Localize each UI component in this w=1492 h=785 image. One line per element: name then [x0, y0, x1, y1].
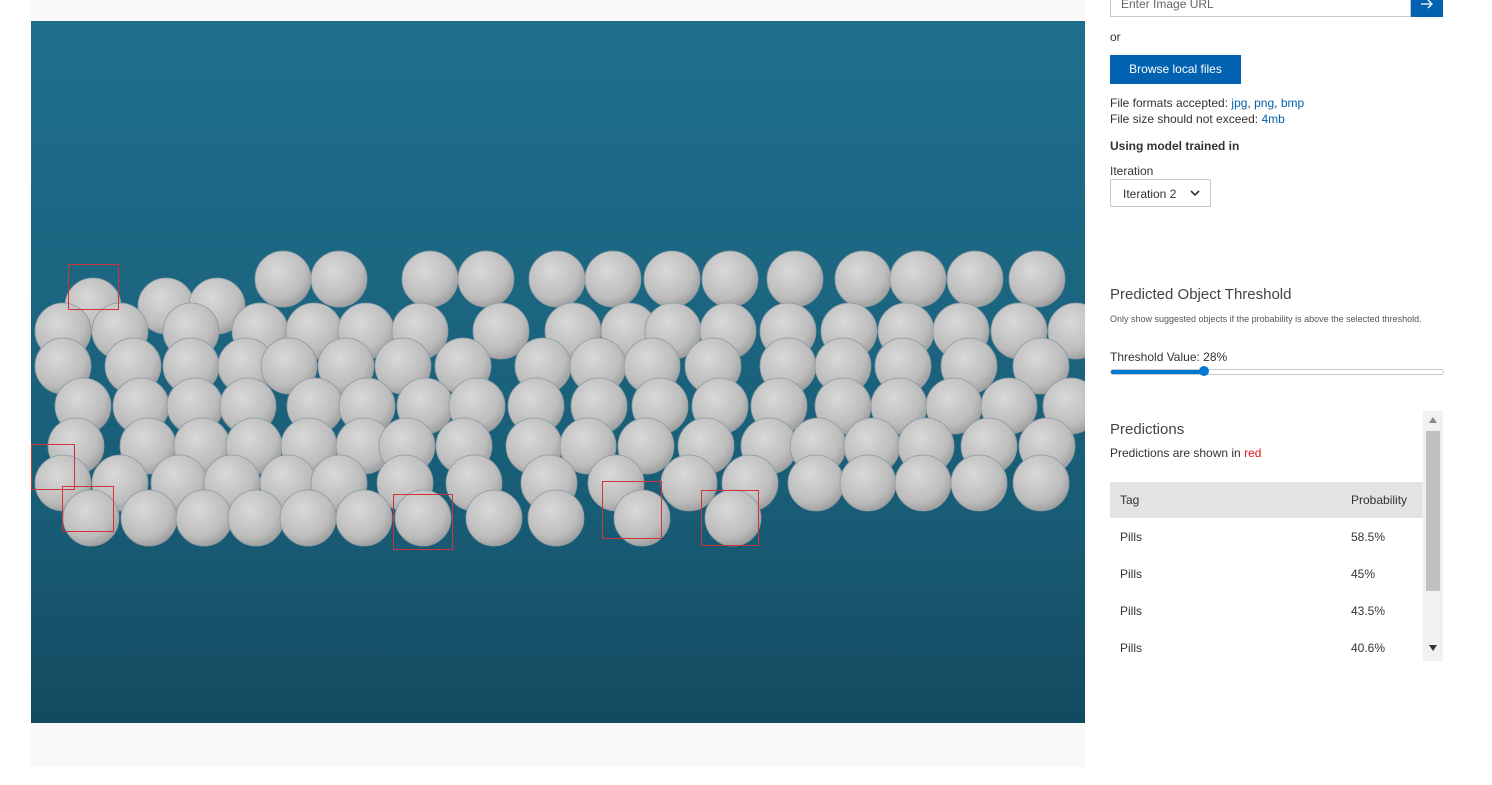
column-header-probability: Probability	[1351, 493, 1408, 507]
prediction-box	[62, 486, 114, 532]
prediction-tag: Pills	[1120, 529, 1143, 544]
pill	[527, 489, 585, 547]
column-header-tag: Tag	[1120, 493, 1140, 507]
threshold-value-label: Threshold Value: 28%	[1110, 350, 1228, 364]
file-formats-label: File formats accepted:	[1110, 96, 1229, 110]
table-row[interactable]: Pills 45%	[1110, 555, 1423, 592]
pill	[889, 250, 947, 308]
pill	[839, 454, 897, 512]
scroll-up-icon[interactable]	[1429, 417, 1437, 423]
pill	[279, 489, 337, 547]
threshold-slider[interactable]	[1110, 366, 1444, 377]
pill	[701, 250, 759, 308]
prediction-tag: Pills	[1120, 640, 1143, 655]
file-size-value: 4mb	[1261, 112, 1285, 126]
iteration-select[interactable]: Iteration 2	[1110, 179, 1211, 207]
slider-thumb[interactable]	[1198, 366, 1209, 376]
predictions-subtitle-text: Predictions are shown in	[1110, 446, 1241, 460]
threshold-description: Only show suggested objects if the proba…	[1110, 314, 1422, 324]
predictions-table: Tag Probability Pills 58.5% Pills 45% Pi…	[1110, 482, 1423, 661]
pill	[457, 250, 515, 308]
pill	[950, 454, 1008, 512]
pill	[254, 250, 312, 308]
submit-url-button[interactable]	[1411, 0, 1443, 17]
pill	[120, 489, 178, 547]
format-jpg: jpg	[1231, 96, 1248, 110]
iteration-label: Iteration	[1110, 164, 1154, 178]
file-size-text: File size should not exceed: 4mb	[1110, 112, 1285, 126]
table-row[interactable]: Pills 58.5%	[1110, 518, 1423, 555]
model-label: Using model trained in	[1110, 139, 1240, 153]
pill	[766, 250, 824, 308]
uploaded-image	[31, 21, 1085, 723]
pill	[1012, 454, 1070, 512]
pill	[465, 489, 523, 547]
pill	[946, 250, 1004, 308]
predictions-subtitle: Predictions are shown in red	[1110, 446, 1261, 460]
format-bmp: bmp	[1280, 96, 1305, 110]
prediction-probability: 43.5%	[1351, 603, 1386, 618]
predictions-panel: Predictions Predictions are shown in red…	[1110, 411, 1444, 661]
prediction-tag: Pills	[1120, 566, 1143, 581]
pill	[175, 489, 233, 547]
pill	[335, 489, 393, 547]
scroll-down-icon[interactable]	[1429, 645, 1437, 651]
prediction-box	[701, 490, 759, 546]
browse-local-files-button[interactable]: Browse local files	[1110, 55, 1241, 84]
prediction-tag: Pills	[1120, 603, 1143, 618]
chevron-down-icon	[1190, 190, 1200, 197]
prediction-probability: 45%	[1351, 566, 1376, 581]
pill	[643, 250, 701, 308]
table-header-row: Tag Probability	[1110, 482, 1423, 518]
iteration-selected-value: Iteration 2	[1123, 187, 1177, 201]
predictions-scrollbar[interactable]	[1423, 411, 1443, 661]
scrollbar-thumb[interactable]	[1426, 431, 1440, 591]
pill	[787, 454, 845, 512]
threshold-title: Predicted Object Threshold	[1110, 286, 1292, 303]
image-panel	[31, 0, 1085, 767]
table-row[interactable]: Pills 43.5%	[1110, 592, 1423, 629]
predictions-title: Predictions	[1110, 421, 1185, 438]
pill	[401, 250, 459, 308]
prediction-probability: 58.5%	[1351, 529, 1386, 544]
url-row: Enter Image URL	[1110, 0, 1443, 17]
file-formats-text: File formats accepted: jpg, png, bmp	[1110, 96, 1305, 110]
image-url-input[interactable]: Enter Image URL	[1110, 0, 1411, 17]
pills-photo	[34, 250, 1085, 547]
prediction-box	[393, 494, 453, 550]
pill	[528, 250, 586, 308]
prediction-probability: 40.6%	[1351, 640, 1386, 655]
prediction-box	[602, 481, 662, 539]
pill	[227, 489, 285, 547]
predictions-color-word: red	[1244, 446, 1262, 460]
pill	[310, 250, 368, 308]
or-text: or	[1110, 30, 1121, 44]
pill	[584, 250, 642, 308]
pill	[894, 454, 952, 512]
arrow-right-icon	[1421, 0, 1433, 9]
side-panel: Enter Image URL or Browse local files Fi…	[1110, 0, 1444, 785]
prediction-box	[31, 444, 75, 490]
prediction-box	[68, 264, 119, 310]
pill	[834, 250, 892, 308]
slider-fill	[1111, 370, 1204, 374]
format-png: png	[1254, 96, 1275, 110]
pill	[1008, 250, 1066, 308]
file-size-label: File size should not exceed:	[1110, 112, 1259, 126]
table-row[interactable]: Pills 40.6%	[1110, 629, 1423, 661]
